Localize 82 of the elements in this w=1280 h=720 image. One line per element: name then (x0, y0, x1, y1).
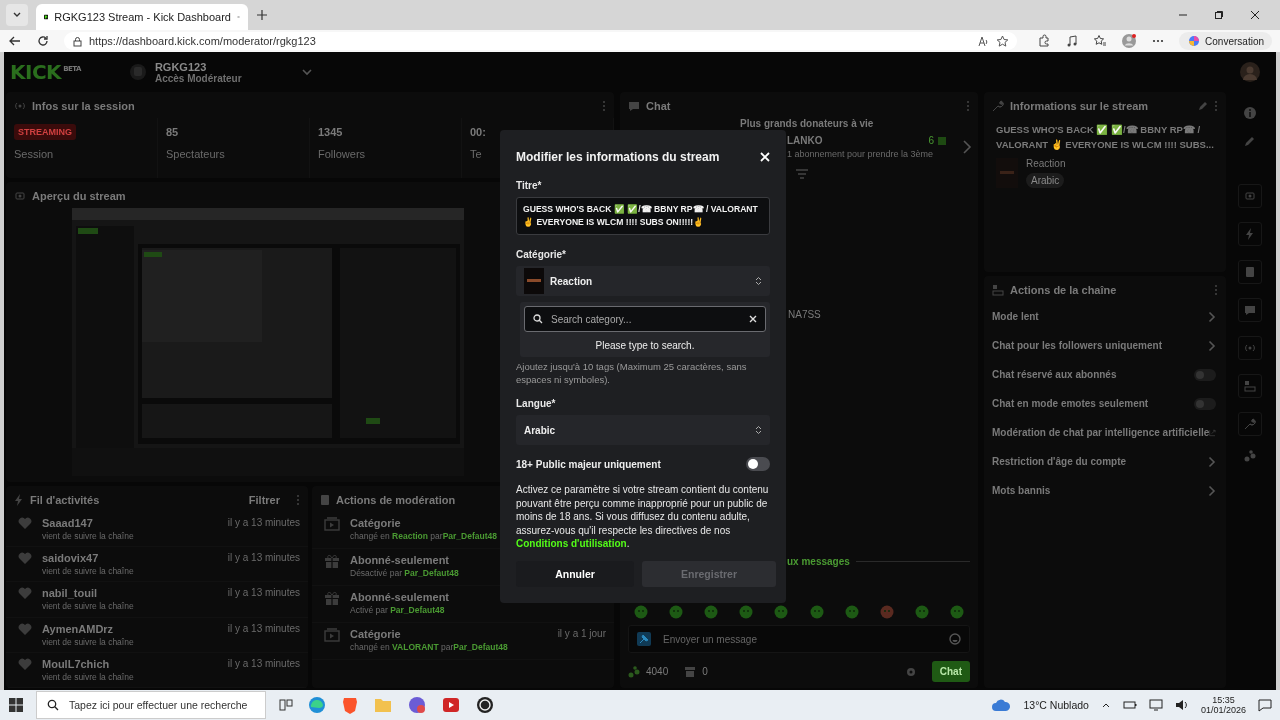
activity-text: vient de suivre la chaîne (42, 636, 134, 647)
browser-tab[interactable]: RGKG123 Stream - Kick Dashboard (36, 4, 248, 30)
panel-title: Actions de la chaîne (1010, 284, 1117, 296)
activity-text: vient de suivre la chaîne (42, 531, 134, 541)
terms-link[interactable]: Conditions d'utilisation (516, 538, 627, 549)
activity-text: vient de suivre la chaîne (42, 671, 134, 682)
field-label: Titre* (516, 180, 543, 191)
stream-title: GUESS WHO'S BACK ✅ ✅/☎ BBNY RP☎ / VALORANT ✌ EVERYONE IS WLCM !!!! SUBS... (996, 123, 1214, 152)
channel-action-label[interactable]: Mode lent (992, 311, 1039, 322)
store-count: 0 (702, 666, 708, 677)
chat-message: NA7SS (788, 309, 821, 320)
stat-label: Spectateurs (166, 148, 225, 160)
weather-text[interactable]: 13°C Nublado (1023, 699, 1089, 711)
address-field[interactable]: https://dashboard.kick.com/moderator/rgkg123 (64, 32, 1018, 50)
search-bar[interactable]: Search category... (524, 306, 766, 332)
donor-note: 1 abonnement pour prendre la 3ème (787, 149, 935, 159)
url-text: https://dashboard.kick.com/moderator/rgkg123 (89, 35, 316, 47)
cancel-button[interactable]: Annuler (516, 560, 634, 587)
field-label: Langue* (516, 398, 557, 409)
action-title: Catégorie (350, 517, 401, 529)
title-field[interactable]: GUESS WHO'S BACK ✅ ✅/☎ BBNY RP☎ / VALORANT ✌ EVERYONE IS WLCM !!!! SUBS ON!!!!!✌ (516, 197, 770, 235)
mature-label: 18+ Public majeur uniquement (516, 458, 661, 470)
channel-action-label[interactable]: Chat en mode emotes seulement (992, 398, 1149, 409)
new-messages-divider[interactable]: ux messages (787, 556, 850, 567)
stat-value: 85 (166, 125, 179, 140)
user-name[interactable]: Saaad147 (42, 517, 93, 529)
channel-action-label[interactable]: Restriction d'âge du compte (992, 456, 1127, 467)
filter-button[interactable]: Filtrer (238, 494, 290, 506)
donors-heading: Plus grands donateurs à vie (740, 118, 875, 129)
language-select[interactable]: Arabic (516, 415, 770, 445)
action-detail: changé en Reaction parPar_Defaut48 (350, 531, 497, 541)
channel-action-label[interactable]: Mots bannis (992, 485, 1051, 496)
clock-time[interactable]: 15:35 (1212, 695, 1235, 705)
channel-name: RGKG123 (154, 60, 208, 73)
panel-title: Chat (646, 100, 671, 112)
channel-action-label[interactable]: Modération de chat par intelligence artificielle (992, 427, 1210, 438)
user-name[interactable]: saidovix47 (42, 552, 99, 565)
kick-logo[interactable]: KICK$^{BETA}$ (10, 60, 81, 84)
search-hint: Please type to search. (595, 340, 695, 351)
channel-action-label[interactable]: Chat pour les followers uniquement (992, 340, 1162, 351)
action-title: Abonné-seulement (350, 554, 449, 566)
taskbar-search-bar[interactable]: Tapez ici pour effectuer une recherche (36, 691, 266, 719)
clock-date[interactable]: 01/01/2026 (1200, 705, 1246, 715)
action-detail: Désactivé par Par_Defaut48 (350, 568, 459, 578)
action-title: Abonné-seulement (350, 591, 449, 603)
activity-text: vient de suivre la chaîne (42, 601, 134, 612)
tags-help-text: Ajoutez jusqu'à 10 tags (Maximum 25 caractères, sans espaces ni symboles). (516, 360, 748, 386)
panel-title: Infos sur la session (32, 100, 135, 112)
message-field[interactable]: Envoyer un message (661, 632, 939, 646)
dialog-title: Modifier les informations du stream (516, 150, 720, 164)
copilot-button[interactable]: Conversation (1179, 32, 1272, 50)
stat-label: Followers (318, 148, 366, 160)
panel-title: Fil d'activités (30, 494, 100, 506)
panel-title: Actions de modération (336, 494, 456, 506)
access-role: Accès Modérateur (154, 72, 242, 84)
status-badge: STREAMING (14, 124, 76, 140)
user-name[interactable]: AymenAMDrz (42, 622, 114, 635)
panel-title: Informations sur le stream (1010, 100, 1149, 112)
stat-label: Session (14, 148, 54, 160)
category-select[interactable]: Reaction (516, 266, 770, 296)
panel-title: Aperçu du stream (32, 190, 126, 202)
action-title: Catégorie (350, 628, 401, 640)
mature-help-text: Activez ce paramètre si votre stream contient du contenu pouvant être perçu comme inapproprié pour un public de moins de 18 ans. Si vous diffusez du contenu adulte, assurez-vous qu'il respecte les directives de nos Conditions d'utilisation. (516, 483, 770, 551)
search-field[interactable]: Search category... (549, 312, 743, 326)
taskbar-search-field[interactable]: Tapez ici pour effectuer une recherche (67, 698, 255, 712)
user-name[interactable]: MoulL7chich (42, 657, 110, 670)
channel-action-label[interactable]: Chat réservé aux abonnés (992, 369, 1117, 380)
stat-value: 1345 (318, 125, 343, 140)
stat-value: 00: (470, 125, 486, 140)
points-count: 4040 (646, 666, 669, 677)
message-bar[interactable]: Envoyer un message (628, 625, 970, 653)
activity-text: vient de suivre la chaîne (42, 566, 134, 577)
user-name[interactable]: nabil_touil (42, 587, 97, 600)
field-label: Catégorie* (516, 249, 567, 260)
donor-name[interactable]: LANKO (787, 135, 823, 146)
send-button[interactable]: Chat (931, 661, 970, 682)
category-name[interactable]: Reaction (1026, 158, 1066, 169)
action-detail: changé en VALORANT parPar_Defaut48 (350, 642, 508, 652)
action-detail: Activé par Par_Defaut48 (350, 605, 445, 615)
stat-label: Te (470, 148, 482, 160)
gift-count: 6 (928, 135, 934, 146)
language-tag: Arabic (1026, 173, 1065, 188)
